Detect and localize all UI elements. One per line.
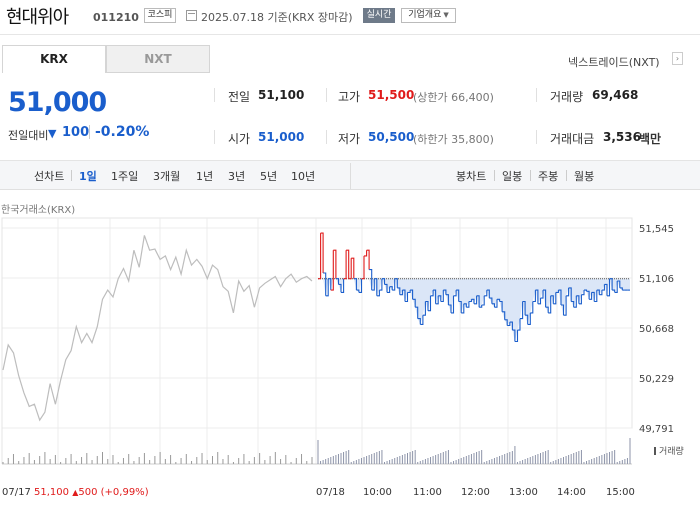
realtime-button[interactable]: 실시간 — [363, 8, 395, 23]
below-baseline-area — [318, 278, 630, 342]
period-1y[interactable]: 1년 — [196, 168, 213, 184]
quote-divider — [214, 88, 215, 102]
change-divider — [89, 125, 90, 139]
toolbar-separator — [566, 170, 567, 181]
toolbar-separator — [494, 170, 495, 181]
high-value: 51,500 — [368, 88, 415, 102]
x-tick-label: 14:00 — [557, 487, 586, 498]
market-badge: 코스피 — [144, 8, 176, 23]
caret-down-icon: ▼ — [443, 11, 449, 19]
lower-limit: (하한가 35,800) — [413, 133, 494, 146]
candle-daily[interactable]: 일봉 — [502, 168, 522, 184]
change-value: 100 — [62, 125, 90, 140]
upper-limit: (상한가 66,400) — [413, 91, 494, 104]
period-3m[interactable]: 3개월 — [153, 168, 180, 184]
down-triangle-icon: ▼ — [48, 127, 57, 140]
line-chart-label: 선차트 — [34, 170, 65, 183]
prev-day-date: 07/17 — [2, 487, 31, 498]
period-1d[interactable]: 1일 — [79, 168, 97, 184]
x-tick-label: 07/18 — [316, 487, 345, 498]
change-label: 전일대비 — [8, 129, 49, 142]
header-divider — [0, 34, 700, 35]
prev-day-change: 500 — [78, 487, 98, 498]
period-1w[interactable]: 1주일 — [111, 168, 138, 184]
chevron-right-icon[interactable]: › — [672, 52, 683, 65]
price-segment — [318, 233, 322, 280]
stock-code: 011210 — [93, 11, 139, 24]
y-tick-label: 51,545 — [639, 224, 674, 235]
quote-divider — [214, 130, 215, 144]
period-3y[interactable]: 3년 — [228, 168, 245, 184]
stock-header: 현대위아 011210 코스피 2025.07.18 기준(KRX 장마감) 실… — [0, 0, 700, 34]
x-tick-label: 13:00 — [509, 487, 538, 498]
x-tick-label: 11:00 — [413, 487, 442, 498]
toolbar-separator — [350, 163, 351, 189]
period-10y[interactable]: 10년 — [291, 168, 315, 184]
y-tick-label: 50,229 — [639, 374, 674, 385]
overview-label: 기업개요 — [408, 10, 442, 20]
volume-value: 69,468 — [592, 88, 639, 102]
nextrade-link[interactable]: 넥스트레이드(NXT) — [568, 54, 660, 70]
y-tick-label: 49,791 — [639, 424, 674, 435]
open-value: 51,000 — [258, 130, 305, 144]
tab-nxt[interactable]: NXT — [106, 45, 210, 73]
toolbar-separator — [71, 170, 72, 181]
prev-day-price: 51,100 — [34, 487, 70, 498]
toolbar-separator — [530, 170, 531, 181]
chart-grid — [1, 217, 633, 465]
volume-label: 거래량 — [550, 90, 584, 104]
price-chart[interactable]: 51,545 51,106 50,668 50,229 49,791 — [0, 216, 700, 486]
change-percent: -0.20% — [95, 124, 150, 140]
y-axis-labels: 51,545 51,106 50,668 50,229 49,791 — [639, 224, 674, 435]
plot-frame — [1, 217, 633, 429]
prev-close-label: 전일 — [228, 90, 251, 104]
quote-divider — [536, 88, 537, 102]
amount-unit: 백만 — [639, 132, 662, 146]
price-segment — [343, 250, 347, 280]
company-overview-dropdown[interactable]: 기업개요 ▼ — [401, 8, 456, 23]
low-label: 저가 — [338, 132, 361, 146]
candle-weekly[interactable]: 주봉 — [538, 168, 558, 184]
quote-divider — [326, 130, 327, 144]
current-price: 51,000 — [8, 87, 107, 118]
period-5y[interactable]: 5년 — [260, 168, 277, 184]
amount-value: 3,536 — [603, 130, 641, 144]
y-tick-label: 51,106 — [639, 274, 674, 285]
prev-close-value: 51,100 — [258, 88, 305, 102]
candle-monthly[interactable]: 월봉 — [574, 168, 594, 184]
y-tick-label: 50,668 — [639, 324, 674, 335]
amount-label: 거래대금 — [550, 132, 595, 146]
candle-chart-label: 봉차트 — [456, 170, 487, 183]
high-label: 고가 — [338, 90, 361, 104]
quote-divider — [536, 130, 537, 144]
calendar-icon — [186, 10, 197, 21]
source-label: 한국거래소(KRX) — [1, 205, 76, 216]
x-tick-label: 10:00 — [363, 487, 392, 498]
price-segment — [364, 250, 368, 257]
company-name: 현대위아 — [6, 7, 69, 28]
open-label: 시가 — [228, 132, 251, 146]
x-tick-label: 12:00 — [461, 487, 490, 498]
low-value: 50,500 — [368, 130, 415, 144]
volume-legend: 거래량 — [654, 444, 684, 457]
quote-divider — [326, 88, 327, 102]
date-info: 2025.07.18 기준(KRX 장마감) — [201, 11, 353, 24]
x-tick-label: 15:00 — [606, 487, 635, 498]
prev-day-info: 07/17 51,100 ▲500 (+0,99%) — [2, 487, 149, 498]
tab-krx[interactable]: KRX — [2, 45, 106, 73]
prev-day-pct: (+0,99%) — [100, 487, 149, 498]
